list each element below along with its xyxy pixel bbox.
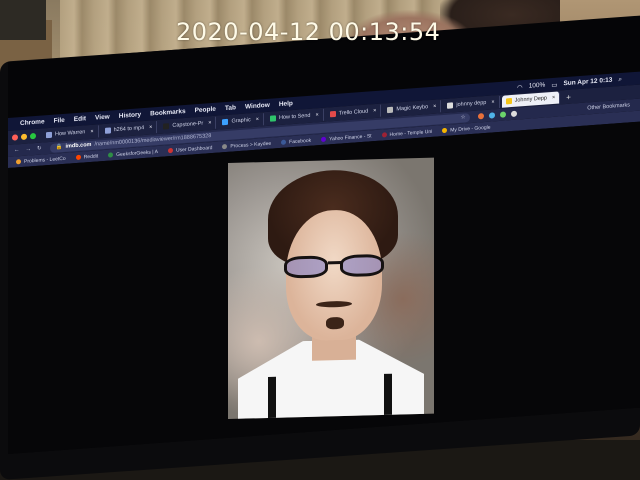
github-icon — [163, 123, 170, 130]
imdb-icon — [505, 98, 512, 105]
bookmark-label: Problems - LeetCo — [24, 155, 66, 165]
zoom-window-button[interactable] — [30, 132, 36, 140]
favicon-icon — [46, 131, 52, 139]
bookmark-icon — [108, 152, 114, 158]
google-icon — [447, 102, 454, 109]
apple-icon — [387, 106, 394, 114]
bookmark-icon — [222, 143, 228, 150]
wifi-icon[interactable]: ◠ — [517, 83, 523, 91]
bookmark-label: GeeksforGeeks | A — [116, 148, 159, 158]
tab-label: johnny depp — [456, 99, 487, 109]
minimize-window-button[interactable] — [21, 133, 27, 141]
reddit-icon — [75, 154, 81, 161]
menu-window[interactable]: Window — [245, 102, 270, 111]
extension-icon[interactable] — [499, 111, 506, 118]
bookmark-item[interactable]: Facebook — [281, 137, 311, 145]
tab-label: How to Send — [278, 112, 311, 122]
bookmark-label: My Drive - Google — [450, 124, 491, 134]
reload-icon[interactable]: ↻ — [37, 146, 42, 152]
bookmark-icon — [16, 159, 21, 165]
close-icon[interactable]: × — [315, 112, 318, 118]
nav-buttons: ← → ↻ — [14, 146, 42, 154]
tab-label: How Warren — [55, 129, 86, 138]
bookmark-label: Home - Temple Uni — [389, 128, 433, 138]
bookmark-label: User Dashboard — [176, 144, 213, 154]
shelf-object — [0, 0, 46, 40]
bookmark-label: Reddit — [83, 152, 99, 160]
battery-icon[interactable]: ▭ — [551, 80, 557, 88]
bookmark-item[interactable]: Reddit — [75, 152, 99, 161]
close-icon[interactable]: × — [149, 124, 152, 130]
bookmark-label: Yahoo Finance - St — [329, 132, 372, 142]
profile-avatar[interactable] — [510, 110, 517, 118]
menu-people[interactable]: People — [195, 106, 216, 115]
tab-label: Magic Keybo — [396, 104, 429, 113]
close-icon[interactable]: × — [208, 120, 211, 126]
tab-label: h264 to mp4 — [113, 125, 145, 134]
tab-label: Capstone-Pr — [172, 120, 204, 129]
extension-icon[interactable] — [488, 112, 495, 119]
favicon-icon — [329, 110, 336, 118]
close-icon[interactable]: × — [90, 129, 93, 135]
new-tab-icon[interactable]: + — [566, 92, 571, 101]
menubar-clock[interactable]: Sun Apr 12 0:13 — [563, 76, 612, 88]
menu-view[interactable]: View — [95, 114, 110, 122]
lens — [284, 255, 328, 279]
facebook-icon — [281, 139, 287, 145]
favicon-icon — [269, 115, 276, 122]
jacket-lapel — [384, 373, 392, 419]
jacket-lapel — [268, 376, 276, 419]
goatee — [326, 316, 344, 330]
tab-label: Trello Cloud — [338, 108, 369, 117]
menu-tab[interactable]: Tab — [225, 104, 236, 112]
favicon-icon — [104, 127, 111, 134]
menu-file[interactable]: File — [54, 117, 65, 125]
drive-icon — [442, 127, 448, 134]
close-icon[interactable]: × — [256, 117, 259, 123]
apple-icon[interactable] — [10, 124, 20, 125]
lens — [340, 253, 384, 278]
bookmark-label: Facebook — [289, 137, 312, 145]
menu-app-name[interactable]: Chrome — [20, 118, 45, 127]
extensions — [477, 110, 517, 120]
other-bookmarks[interactable]: Other Bookmarks — [587, 102, 640, 111]
bookmark-icon — [381, 132, 387, 138]
back-icon[interactable]: ← — [14, 147, 20, 153]
bookmark-item[interactable]: User Dashboard — [168, 144, 213, 154]
menu-edit[interactable]: Edit — [74, 115, 86, 123]
yahoo-icon — [321, 136, 327, 143]
menu-help[interactable]: Help — [279, 100, 293, 108]
extension-icon[interactable] — [477, 113, 484, 120]
close-window-button[interactable] — [12, 134, 18, 141]
search-icon[interactable]: ⌕ — [618, 75, 622, 83]
close-icon[interactable]: × — [552, 95, 555, 101]
close-icon[interactable]: × — [433, 104, 436, 110]
close-icon[interactable]: × — [373, 108, 376, 114]
window-controls — [12, 132, 36, 141]
star-icon[interactable]: ☆ — [461, 114, 470, 120]
bookmark-icon — [168, 147, 174, 154]
lock-icon: 🔒 — [55, 144, 63, 151]
camera-timestamp: 2020-04-12 00:13:54 — [176, 18, 441, 46]
menu-bookmarks[interactable]: Bookmarks — [150, 108, 185, 118]
portrait-photo[interactable] — [228, 157, 434, 419]
bookmark-label: Process > Kaydee — [230, 140, 272, 150]
favicon-icon — [222, 118, 229, 126]
sunglasses — [280, 253, 390, 281]
menu-history[interactable]: History — [119, 111, 141, 120]
forward-icon[interactable]: → — [26, 146, 32, 152]
battery-label[interactable]: 100% — [529, 81, 546, 90]
tab-label: Graphic — [231, 117, 251, 125]
url-domain: imdb.com — [65, 141, 92, 150]
close-icon[interactable]: × — [491, 99, 494, 105]
tab-label: Johnny Depp — [514, 95, 547, 104]
